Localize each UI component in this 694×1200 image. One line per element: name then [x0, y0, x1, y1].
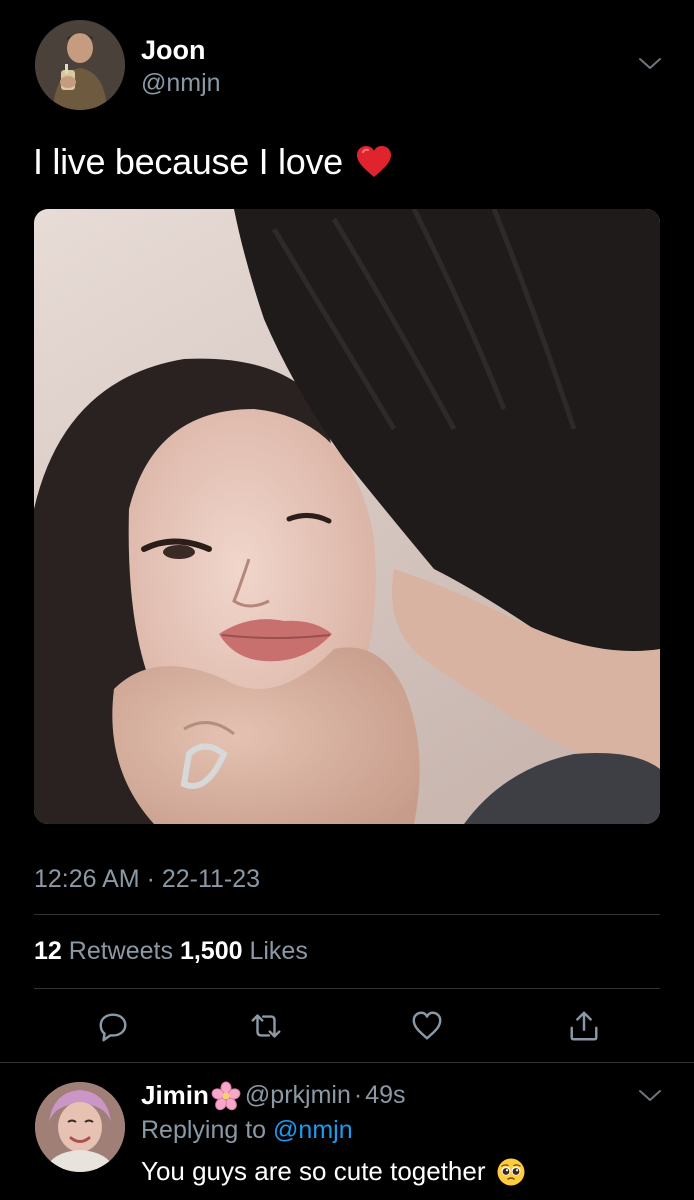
pleading-face-icon [496, 1157, 526, 1187]
tweet-photo[interactable] [34, 209, 660, 824]
share-button[interactable] [566, 1008, 602, 1044]
separator-dot: · [353, 1081, 363, 1109]
tweet-timestamp[interactable]: 12:26 AM · 22-11-23 [34, 865, 260, 894]
reply-text: You guys are so cute together [141, 1156, 486, 1186]
reply-icon [99, 1013, 127, 1042]
retweet-button[interactable] [248, 1008, 284, 1044]
cherry-blossom-icon [211, 1081, 241, 1111]
reply-author-display-name[interactable]: Jimin [141, 1080, 209, 1111]
reply-author-handle[interactable]: @prkjmin [245, 1081, 351, 1110]
replying-to-prefix: Replying to [141, 1116, 267, 1144]
reply-text-container: You guys are so cute together [141, 1156, 526, 1187]
author-display-name[interactable]: Joon [141, 35, 206, 66]
reply-author-avatar[interactable] [35, 1082, 125, 1172]
retweets-label[interactable]: Retweets [69, 937, 173, 965]
retweet-icon [251, 1014, 281, 1038]
reply-button[interactable] [95, 1008, 131, 1044]
like-button[interactable] [409, 1008, 445, 1044]
replying-to-mention[interactable]: @nmjn [273, 1116, 353, 1144]
author-handle[interactable]: @nmjn [141, 69, 221, 98]
replying-to-line: Replying to @nmjn [141, 1116, 353, 1145]
author-avatar[interactable] [35, 20, 125, 110]
tweet-stats: 12 Retweets 1,500 Likes [34, 937, 308, 966]
share-icon [570, 1011, 598, 1041]
more-options-caret-icon[interactable] [636, 1086, 664, 1106]
reply-header: Jimin @prkjmin · 49s [141, 1080, 406, 1111]
user-avatar-image [35, 20, 125, 110]
likes-label[interactable]: Likes [249, 937, 307, 965]
divider [34, 988, 660, 989]
red-heart-icon [355, 144, 393, 180]
retweets-count[interactable]: 12 [34, 937, 62, 965]
likes-count[interactable]: 1,500 [180, 937, 243, 965]
reply-time[interactable]: 49s [365, 1081, 405, 1110]
more-options-caret-icon[interactable] [636, 54, 664, 74]
tweet-divider [0, 1062, 694, 1063]
tweet-text-container: I live because I love [33, 141, 393, 183]
heart-icon [412, 1011, 442, 1040]
tweet-text: I live because I love [33, 141, 343, 182]
couple-photo-image [34, 209, 660, 824]
divider [34, 914, 660, 915]
user-avatar-image [35, 1082, 125, 1172]
